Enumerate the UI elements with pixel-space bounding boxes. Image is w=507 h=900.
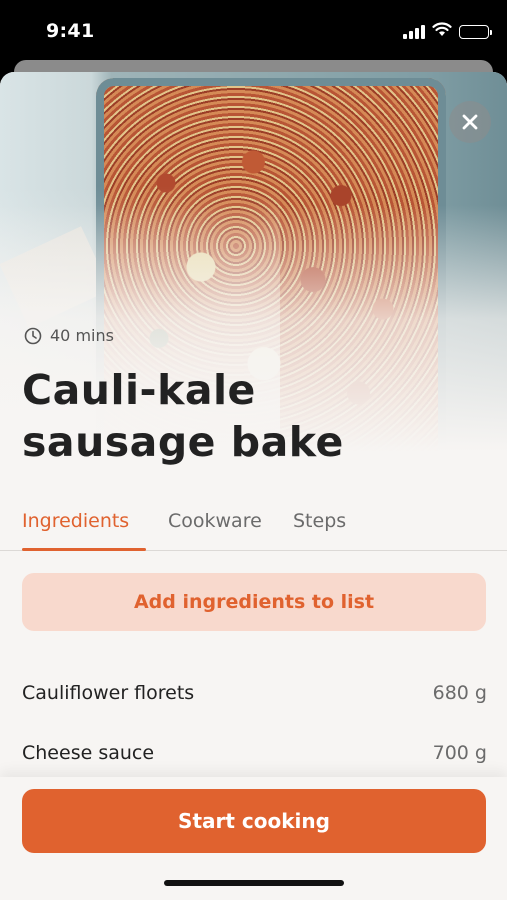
recipe-title: Cauli-kale sausage bake	[22, 364, 482, 468]
close-button[interactable]	[449, 101, 491, 143]
tab-ingredients[interactable]: Ingredients	[22, 510, 129, 532]
cook-time: 40 mins	[24, 326, 114, 345]
recipe-title-line-2: sausage bake	[22, 418, 344, 466]
recipe-sheet: 40 mins Cauli-kale sausage bake Ingredie…	[0, 72, 507, 900]
status-bar: 9:41	[0, 0, 507, 62]
cook-time-label: 40 mins	[50, 326, 114, 345]
active-tab-indicator	[22, 548, 146, 551]
ingredient-name: Cauliflower florets	[22, 682, 195, 704]
status-time: 9:41	[46, 20, 95, 42]
start-cooking-button[interactable]: Start cooking	[22, 789, 486, 853]
tab-cookware[interactable]: Cookware	[168, 510, 262, 532]
clock-icon	[24, 327, 42, 344]
battery-icon	[459, 24, 492, 39]
ingredient-row: Cauliflower florets 680 g	[22, 682, 487, 704]
recipe-tabs: Ingredients Cookware Steps	[0, 500, 507, 551]
ingredient-quantity: 680 g	[432, 682, 487, 704]
home-indicator[interactable]	[164, 880, 344, 886]
ingredient-quantity: 700 g	[432, 742, 487, 764]
add-ingredients-button[interactable]: Add ingredients to list	[22, 573, 486, 631]
bottom-action-bar: Start cooking	[0, 777, 507, 900]
ingredient-row: Cheese sauce 700 g	[22, 742, 487, 764]
wifi-icon	[432, 22, 452, 41]
tab-steps[interactable]: Steps	[293, 510, 346, 532]
signal-icon	[403, 24, 425, 39]
close-icon	[462, 114, 478, 130]
status-icons	[403, 22, 492, 41]
ingredient-name: Cheese sauce	[22, 742, 155, 764]
recipe-title-line-1: Cauli-kale	[22, 366, 256, 414]
